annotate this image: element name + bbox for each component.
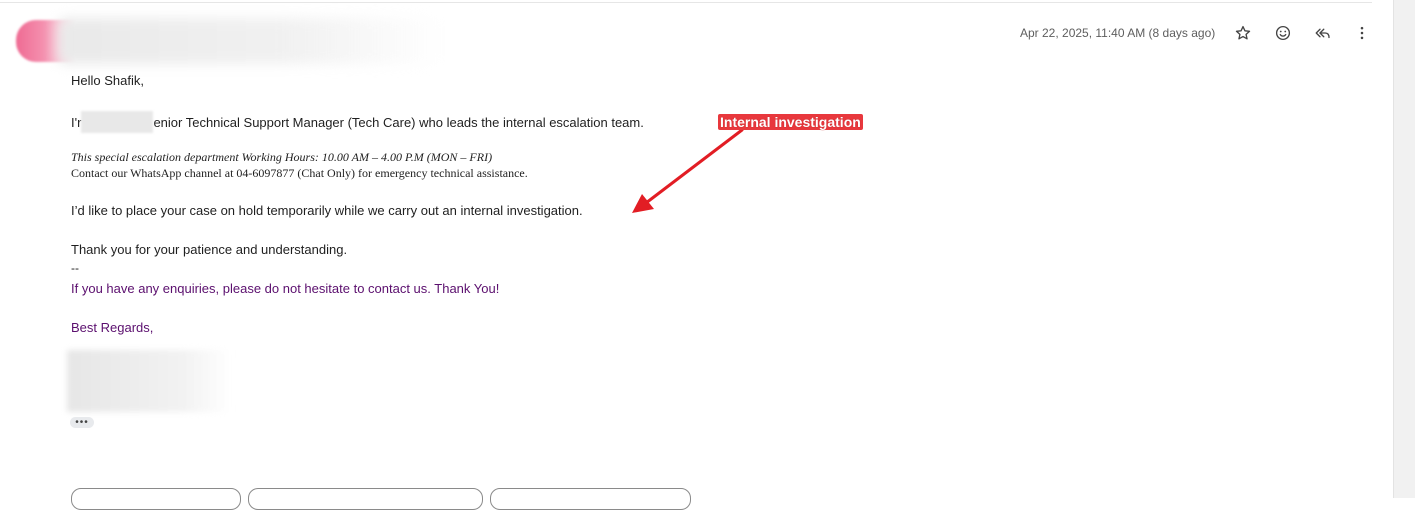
working-hours: This special escalation department Worki…	[71, 150, 493, 164]
emoji-reaction-button[interactable]	[1272, 22, 1294, 44]
sender-info-redacted	[58, 18, 443, 64]
emoji-icon	[1275, 25, 1291, 41]
star-button[interactable]	[1232, 22, 1254, 44]
best-regards: Best Regards,	[71, 320, 154, 335]
intro-suffix: enior Technical Support Manager (Tech Ca…	[153, 115, 644, 130]
signature-redacted	[67, 350, 232, 412]
star-icon	[1235, 25, 1251, 40]
signature-separator: --	[71, 261, 79, 275]
scrollbar[interactable]	[1393, 0, 1415, 498]
smart-reply-chip-2[interactable]	[248, 488, 483, 510]
top-divider	[0, 2, 1372, 3]
intro-line: I'r enior Technical Support Manager (Tech…	[71, 111, 644, 133]
reply-all-button[interactable]	[1312, 22, 1334, 44]
message-datetime: Apr 22, 2025, 11:40 AM (8 days ago)	[1020, 26, 1216, 40]
reply-all-icon	[1315, 28, 1330, 39]
enquiries-line: If you have any enquiries, please do not…	[71, 281, 500, 296]
intro-prefix: I'r	[71, 115, 82, 130]
more-vert-icon	[1360, 26, 1364, 40]
annotation-label: Internal investigation	[718, 114, 863, 130]
smart-reply-chip-1[interactable]	[71, 488, 241, 510]
hold-notice: I’d like to place your case on hold temp…	[71, 203, 583, 218]
redacted-name	[81, 111, 154, 133]
thanks-line: Thank you for your patience and understa…	[71, 242, 348, 257]
whatsapp-contact: Contact our WhatsApp channel at 04-60978…	[71, 166, 528, 180]
annotation-arrow	[632, 128, 744, 213]
greeting: Hello Shafik,	[71, 73, 144, 88]
show-trimmed-content-button[interactable]: •••	[70, 417, 94, 428]
more-options-button[interactable]	[1351, 22, 1373, 44]
smart-reply-chip-3[interactable]	[490, 488, 691, 510]
